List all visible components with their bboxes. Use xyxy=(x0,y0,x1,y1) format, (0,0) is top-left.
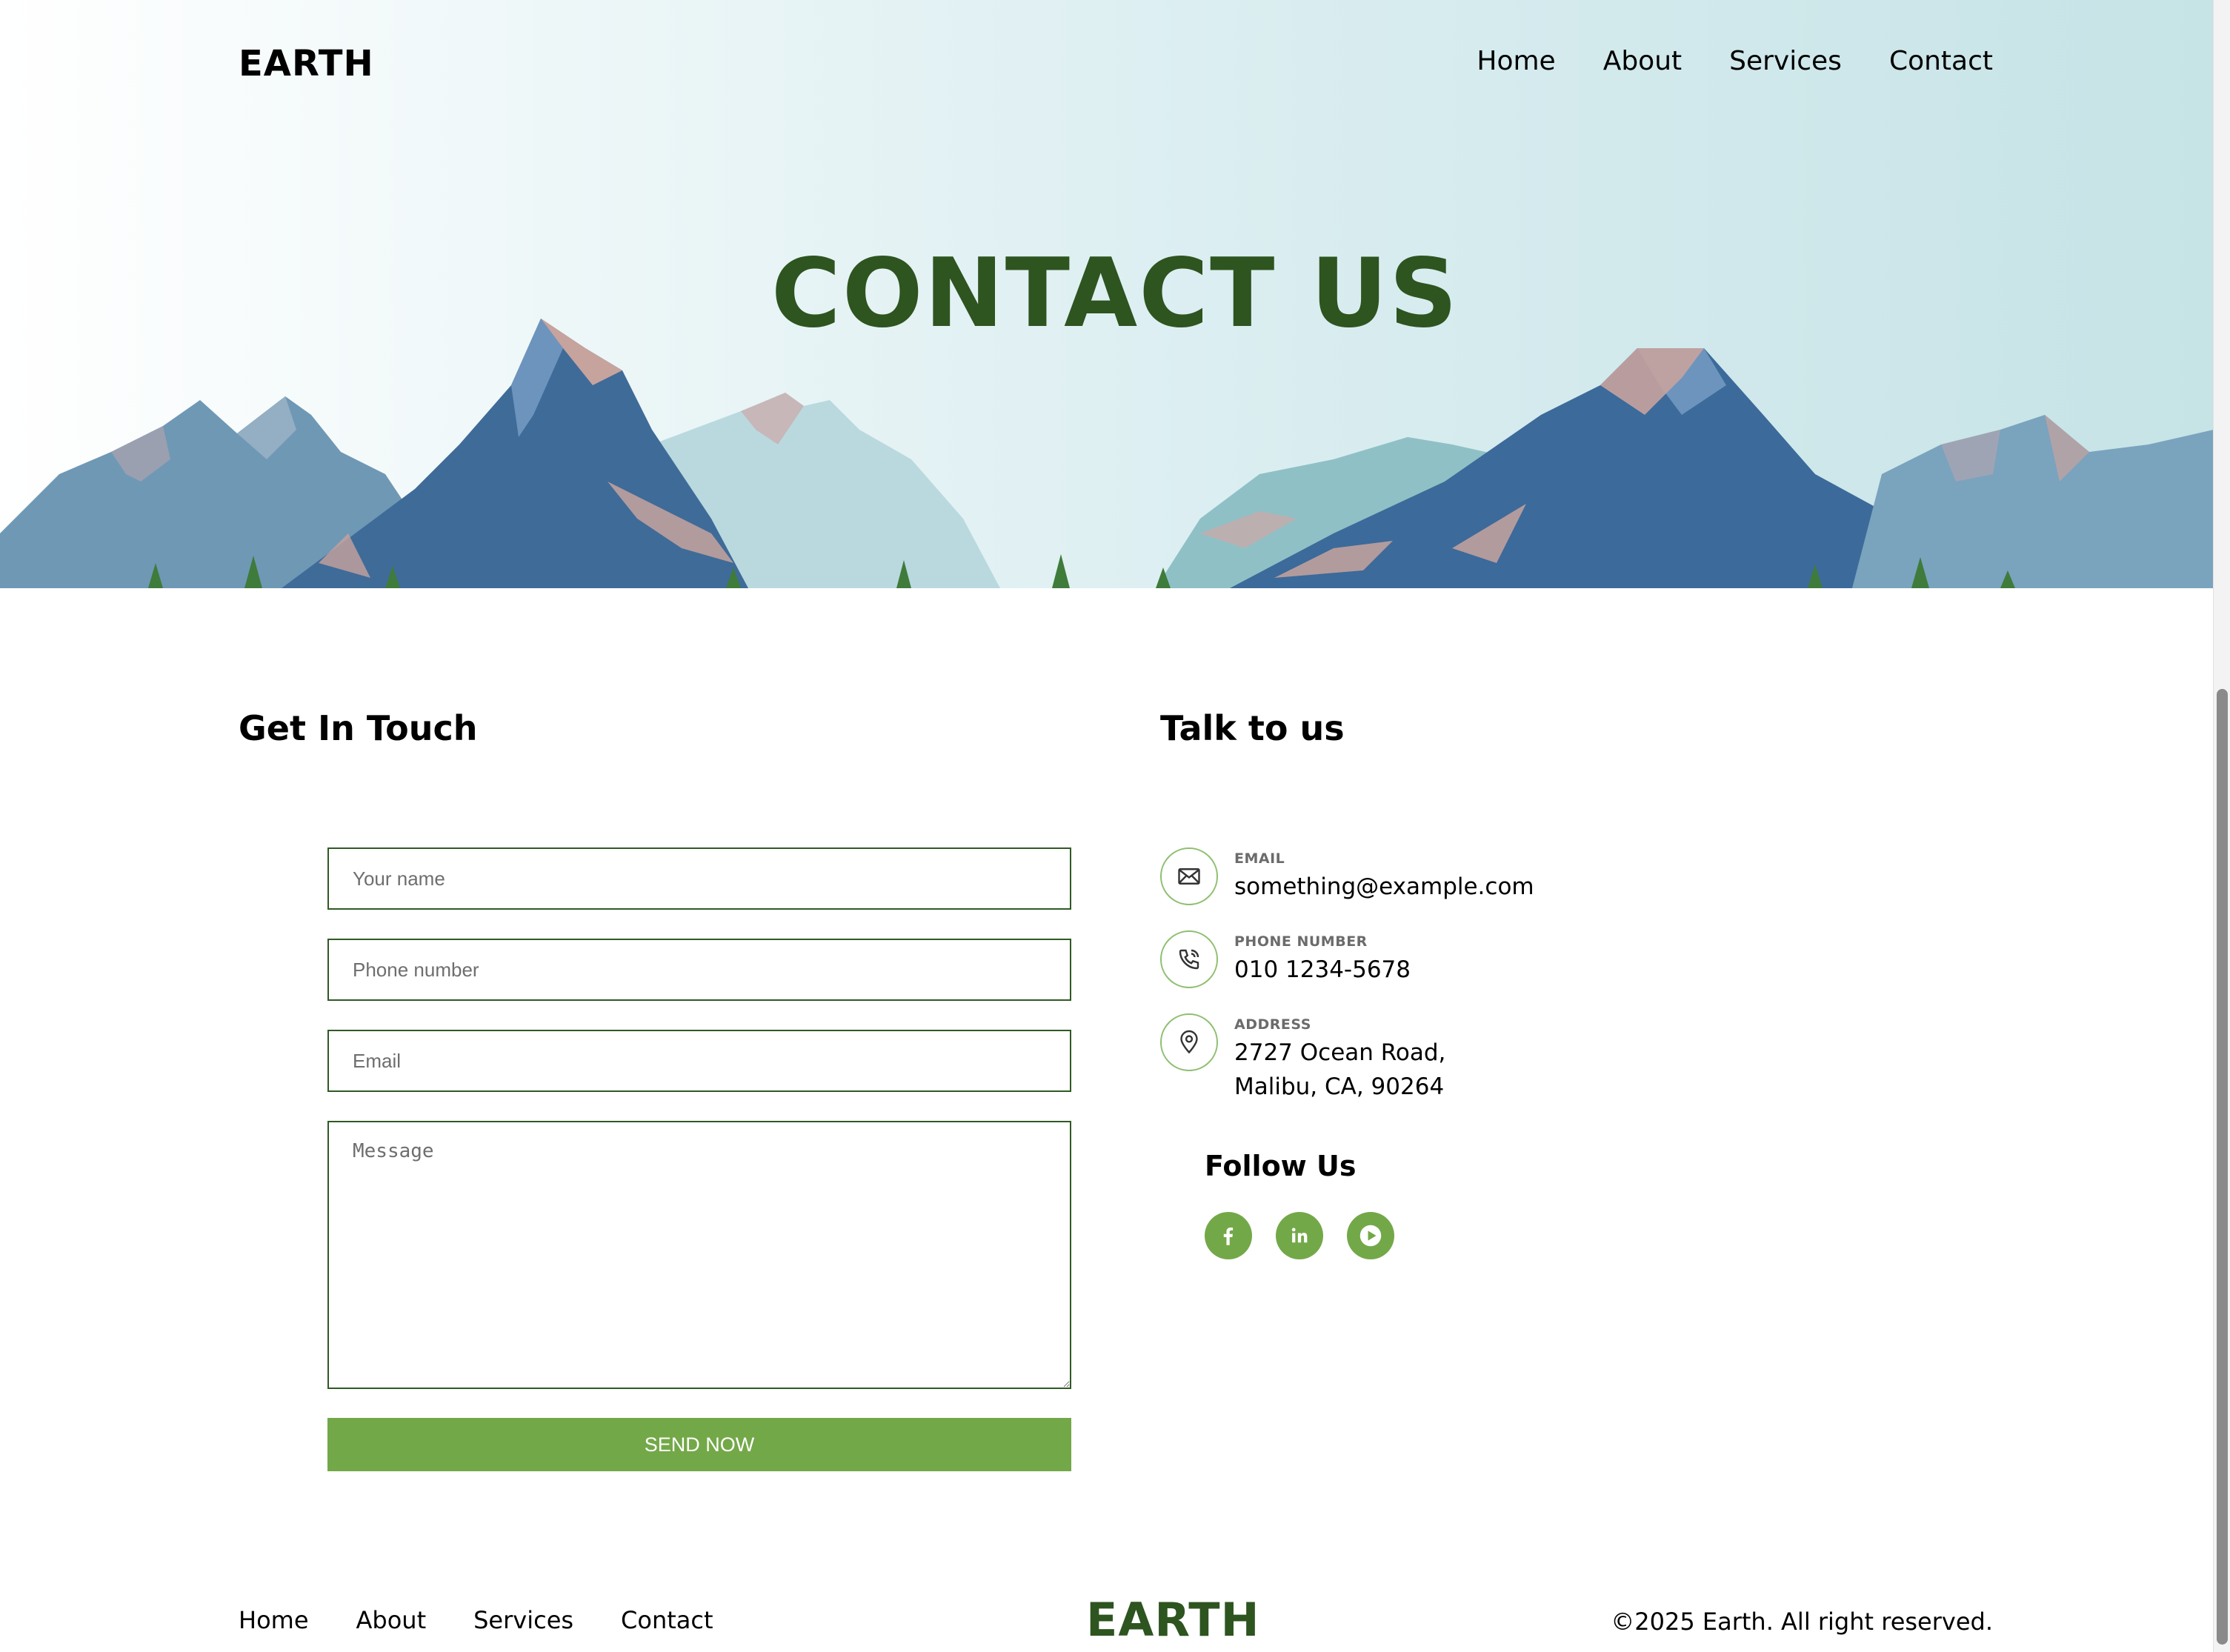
name-input[interactable] xyxy=(327,847,1071,910)
map-pin-icon xyxy=(1160,1013,1218,1071)
page-title: CONTACT US xyxy=(770,239,1460,349)
scrollbar-track[interactable] xyxy=(2213,0,2230,1652)
footer-nav-about[interactable]: About xyxy=(356,1606,427,1634)
nav-contact[interactable]: Contact xyxy=(1889,46,1993,76)
nav-about[interactable]: About xyxy=(1603,46,1682,76)
address-label: ADDRESS xyxy=(1234,1016,1311,1033)
copyright-text: ©2025 Earth. All right reserved. xyxy=(1611,1608,1993,1636)
footer-nav-contact[interactable]: Contact xyxy=(621,1606,713,1634)
talk-to-us-heading: Talk to us xyxy=(1160,708,1345,748)
email-info: EMAIL something@example.com xyxy=(1160,847,1534,905)
footer-nav: Home About Services Contact xyxy=(239,1606,713,1634)
main-nav: Home About Services Contact xyxy=(1477,46,1993,76)
email-input[interactable] xyxy=(327,1030,1071,1092)
footer-logo[interactable]: EARTH xyxy=(1086,1593,1259,1647)
footer-nav-services[interactable]: Services xyxy=(473,1606,573,1634)
address-line-1: 2727 Ocean Road, xyxy=(1234,1039,1446,1066)
nav-services[interactable]: Services xyxy=(1729,46,1842,76)
site-logo[interactable]: EARTH xyxy=(239,43,374,84)
get-in-touch-heading: Get In Touch xyxy=(239,708,478,748)
address-info: ADDRESS 2727 Ocean Road, Malibu, CA, 902… xyxy=(1160,1013,1445,1104)
nav-home[interactable]: Home xyxy=(1477,46,1555,76)
phone-label: PHONE NUMBER xyxy=(1234,933,1368,950)
address-line-2: Malibu, CA, 90264 xyxy=(1234,1073,1445,1100)
envelope-icon xyxy=(1160,847,1218,905)
hero-banner: EARTH Home About Services Contact CONTAC… xyxy=(0,0,2214,588)
phone-info: PHONE NUMBER 010 1234-5678 xyxy=(1160,930,1411,988)
email-label: EMAIL xyxy=(1234,850,1285,867)
follow-us-heading: Follow Us xyxy=(1205,1150,1357,1182)
scrollbar-thumb[interactable] xyxy=(2217,689,2228,1645)
phone-value[interactable]: 010 1234-5678 xyxy=(1234,953,1411,987)
phone-input[interactable] xyxy=(327,939,1071,1001)
message-textarea[interactable] xyxy=(327,1121,1071,1389)
send-now-button[interactable]: SEND NOW xyxy=(327,1418,1071,1471)
phone-icon xyxy=(1160,930,1218,988)
facebook-icon[interactable] xyxy=(1205,1212,1252,1259)
youtube-play-icon[interactable] xyxy=(1347,1212,1394,1259)
linkedin-icon[interactable] xyxy=(1276,1212,1323,1259)
footer-nav-home[interactable]: Home xyxy=(239,1606,309,1634)
email-value[interactable]: something@example.com xyxy=(1234,870,1534,904)
social-links xyxy=(1205,1212,1394,1259)
